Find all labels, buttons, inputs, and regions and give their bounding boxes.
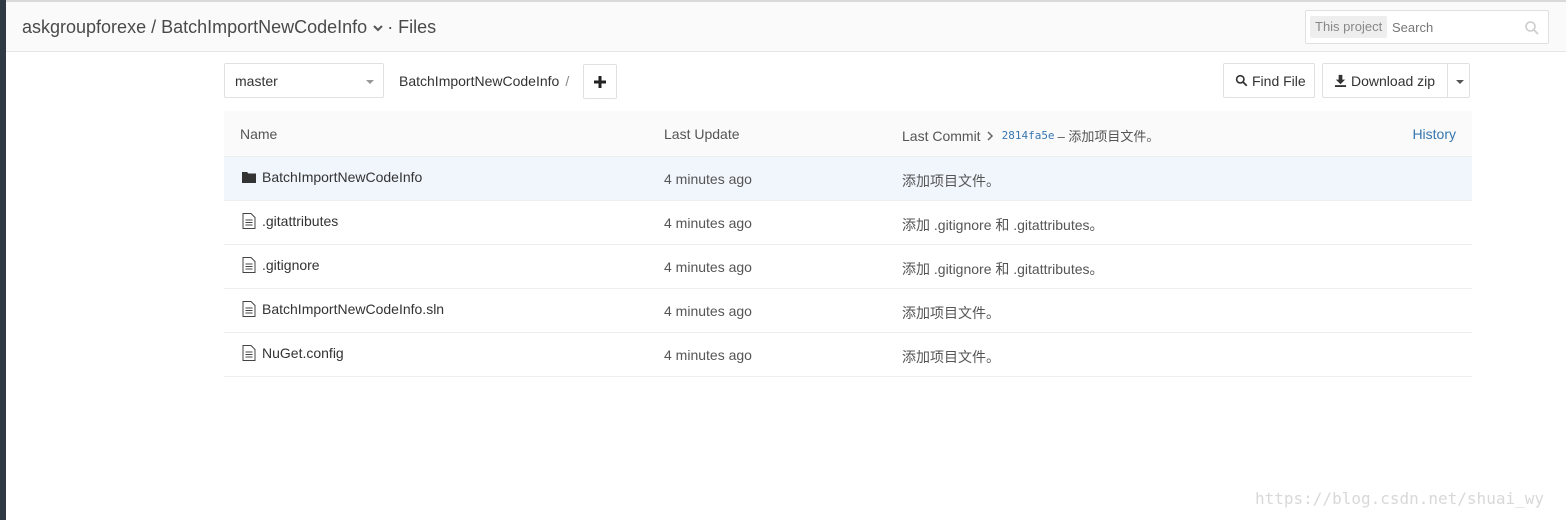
left-sidebar-rail xyxy=(0,0,6,520)
commit-message: – 添加项目文件。 xyxy=(1057,129,1160,144)
file-name[interactable]: .gitignore xyxy=(262,257,320,273)
last-update-cell: 4 minutes ago xyxy=(664,259,752,275)
file-icon xyxy=(242,345,256,361)
last-commit-cell[interactable]: 添加 .gitignore 和 .gitattributes。 xyxy=(902,215,1104,235)
chevron-down-icon[interactable] xyxy=(371,21,385,35)
last-commit-label: Last Commit xyxy=(902,127,981,144)
page-section-title: · Files xyxy=(387,17,437,37)
file-name-cell[interactable]: .gitattributes xyxy=(242,213,338,229)
file-name[interactable]: NuGet.config xyxy=(262,345,344,361)
path-root-link[interactable]: BatchImportNewCodeInfo xyxy=(399,73,559,89)
file-name[interactable]: .gitattributes xyxy=(262,213,338,229)
table-header: Name Last Update Last Commit 2814fa5e – … xyxy=(224,111,1472,157)
caret-down-icon xyxy=(1456,80,1464,84)
find-file-label: Find File xyxy=(1252,72,1306,89)
last-update-cell: 4 minutes ago xyxy=(664,303,752,319)
search-box[interactable]: This project xyxy=(1305,10,1549,44)
plus-icon xyxy=(594,76,606,88)
project-breadcrumb-link[interactable]: askgroupforexe / BatchImportNewCodeInfo xyxy=(22,17,367,38)
table-row[interactable]: BatchImportNewCodeInfo.sln 4 minutes ago… xyxy=(224,289,1472,333)
file-name-cell[interactable]: BatchImportNewCodeInfo.sln xyxy=(242,301,444,317)
search-scope-badge[interactable]: This project xyxy=(1310,16,1388,38)
table-row[interactable]: BatchImportNewCodeInfo 4 minutes ago 添加项… xyxy=(224,157,1472,201)
last-commit-cell[interactable]: 添加项目文件。 xyxy=(902,347,1000,367)
breadcrumb: askgroupforexe / BatchImportNewCodeInfo … xyxy=(22,17,436,38)
chevron-right-icon xyxy=(987,130,993,141)
add-file-button[interactable] xyxy=(583,64,617,99)
file-name-cell[interactable]: NuGet.config xyxy=(242,345,344,361)
repo-path: BatchImportNewCodeInfo / xyxy=(399,73,569,89)
page-header: askgroupforexe / BatchImportNewCodeInfo … xyxy=(6,2,1566,52)
download-options-toggle[interactable] xyxy=(1447,63,1470,98)
table-row[interactable]: .gitignore 4 minutes ago 添加 .gitignore 和… xyxy=(224,245,1472,289)
file-name-cell[interactable]: BatchImportNewCodeInfo xyxy=(242,169,422,185)
last-update-cell: 4 minutes ago xyxy=(664,171,752,187)
download-icon xyxy=(1334,74,1347,87)
download-zip-button[interactable]: Download zip xyxy=(1322,63,1448,98)
caret-down-icon xyxy=(366,80,374,84)
download-zip-label: Download zip xyxy=(1351,72,1436,89)
last-update-cell: 4 minutes ago xyxy=(664,215,752,231)
file-icon xyxy=(242,213,256,229)
last-commit-cell[interactable]: 添加 .gitignore 和 .gitattributes。 xyxy=(902,259,1104,279)
last-commit-cell[interactable]: 添加项目文件。 xyxy=(902,171,1000,191)
search-icon xyxy=(1235,74,1248,87)
table-row[interactable]: .gitattributes 4 minutes ago 添加 .gitigno… xyxy=(224,201,1472,245)
history-link[interactable]: History xyxy=(1412,126,1456,142)
search-icon[interactable] xyxy=(1524,20,1540,36)
file-icon xyxy=(242,257,256,273)
path-separator: / xyxy=(565,73,570,89)
file-tree-table: Name Last Update Last Commit 2814fa5e – … xyxy=(224,111,1472,377)
file-name-cell[interactable]: .gitignore xyxy=(242,257,320,273)
last-update-cell: 4 minutes ago xyxy=(664,347,752,363)
folder-icon xyxy=(242,172,256,183)
commit-sha-link[interactable]: 2814fa5e xyxy=(1002,129,1055,142)
last-commit-cell[interactable]: 添加项目文件。 xyxy=(902,303,1000,323)
search-input[interactable] xyxy=(1392,15,1522,39)
column-last-update: Last Update xyxy=(664,126,740,142)
branch-selector[interactable]: master xyxy=(224,63,384,98)
column-name: Name xyxy=(240,126,278,142)
column-last-commit: Last Commit 2814fa5e – 添加项目文件。 xyxy=(902,126,1159,145)
find-file-button[interactable]: Find File xyxy=(1223,63,1315,98)
branch-name: master xyxy=(235,73,278,89)
file-name[interactable]: BatchImportNewCodeInfo xyxy=(262,169,422,185)
watermark-text: https://blog.csdn.net/shuai_wy xyxy=(1255,489,1544,508)
file-name[interactable]: BatchImportNewCodeInfo.sln xyxy=(262,301,444,317)
table-row[interactable]: NuGet.config 4 minutes ago 添加项目文件。 xyxy=(224,333,1472,377)
file-icon xyxy=(242,301,256,317)
